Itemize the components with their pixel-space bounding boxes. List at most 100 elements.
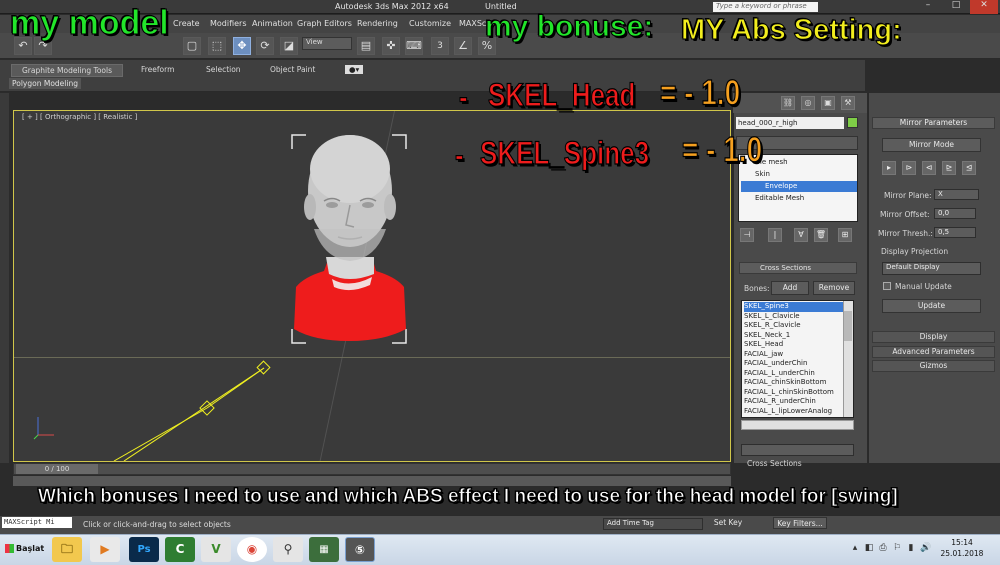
tray-expand-icon[interactable]: ▴ [850,543,860,553]
set-key-button[interactable]: Set Key [711,517,745,529]
object-color-swatch[interactable] [847,117,858,128]
mirror-paste-green-icon[interactable]: ⊳ [902,161,916,175]
reference-coord-select[interactable]: View [302,37,352,50]
scale-icon[interactable]: ◪ [280,37,298,55]
menu-item-modifiers[interactable]: Modifiers [210,19,247,28]
time-slider[interactable]: 0 / 100 [16,464,98,474]
ribbon-tab-freeform[interactable]: Freeform [141,65,174,74]
bone-item[interactable]: SKEL_Head [744,340,844,350]
explorer-taskbar-icon[interactable]: 🗀 [52,537,82,562]
close-icon[interactable]: ✕ [970,0,998,14]
update-button[interactable]: Update [882,299,981,313]
bone-item[interactable]: FACIAL_chinSkinBottom [744,378,844,388]
stack-item-skin[interactable]: Skin [741,169,857,180]
mirror-paste-selected-icon[interactable]: ⊵ [942,161,956,175]
add-time-tag[interactable]: Add Time Tag [603,518,703,530]
media-player-taskbar-icon[interactable]: ▶ [90,537,120,562]
object-name-field[interactable]: head_000_r_high [736,117,844,129]
gizmos-rollout[interactable]: Gizmos [872,360,995,372]
openiv-taskbar-icon[interactable]: V [201,537,231,562]
clock[interactable]: 15:14 25.01.2018 [932,537,992,559]
search-taskbar-icon[interactable]: ⚲ [273,537,303,562]
search-input[interactable]: Type a keyword or phrase [713,2,818,12]
bones-list-scroll-thumb[interactable] [844,311,852,341]
head-model[interactable] [284,129,414,349]
snap-toggle-icon[interactable]: 3 [431,37,449,55]
display-tab-icon[interactable]: ▣ [821,96,835,110]
menu-item-maxscript[interactable]: MAXSc [459,19,486,28]
tray-notification-icon[interactable]: ⚐ [892,543,902,553]
move-icon[interactable]: ✥ [233,37,251,55]
bone-name-field[interactable] [741,444,854,456]
minimize-icon[interactable]: – [914,0,942,14]
mirror-thresh-spinner[interactable]: 0,5 [934,227,976,238]
mirror-paste-all-icon[interactable]: ⊴ [962,161,976,175]
ribbon-options-icon[interactable]: ●▾ [345,65,364,74]
pin-stack-icon[interactable]: ⊣ [740,228,754,242]
photoshop-taskbar-icon[interactable]: Ps [129,537,159,562]
ribbon-tab-object-paint[interactable]: Object Paint [270,65,315,74]
add-bone-button[interactable]: Add [771,281,809,295]
bone-item[interactable]: FACIAL_L_underChin [744,369,844,379]
hierarchy-tab-icon[interactable]: ⛓ [781,96,795,110]
bone-item[interactable]: FACIAL_L_lipLowerAnalog [744,407,844,417]
maxscript-listener-field[interactable]: MAXScript Mi [2,517,72,528]
bone-helper[interactable] [104,351,304,461]
mirror-plane-select[interactable]: X [934,189,979,200]
maximize-icon[interactable]: □ [942,0,970,14]
select-object-icon[interactable]: ▢ [183,37,201,55]
bone-item[interactable]: FACIAL_jaw [744,350,844,360]
display-projection-select[interactable]: Default Display [882,262,981,275]
menu-item-graph-editors[interactable]: Graph Editors [297,19,352,28]
bones-list-hscrollbar[interactable] [741,420,854,430]
menu-item-customize[interactable]: Customize [409,19,451,28]
3dsmax-taskbar-icon[interactable]: ⑤ [345,537,375,562]
configure-sets-icon[interactable]: ⊞ [838,228,852,242]
bones-list[interactable]: SKEL_Spine3 SKEL_L_Clavicle SKEL_R_Clavi… [741,300,854,418]
bone-item[interactable]: SKEL_Neck_1 [744,331,844,341]
timeline[interactable] [13,463,731,475]
menu-item-create[interactable]: Create [173,19,200,28]
pivot-icon[interactable]: ▤ [357,37,375,55]
bone-item[interactable]: FACIAL_R_underChin [744,397,844,407]
menu-item-animation[interactable]: Animation [252,19,293,28]
angle-snap-icon[interactable]: ∠ [454,37,472,55]
manipulate-icon[interactable]: ✜ [382,37,400,55]
tray-printer-icon[interactable]: ⎙ [878,543,888,553]
menu-item-rendering[interactable]: Rendering [357,19,398,28]
rotate-icon[interactable]: ⟳ [256,37,274,55]
tray-app-icon[interactable]: ◧ [864,543,874,553]
bone-item[interactable]: SKEL_L_Clavicle [744,312,844,322]
track-bar[interactable] [13,476,731,486]
bone-item[interactable]: SKEL_R_Clavicle [744,321,844,331]
bone-item[interactable]: FACIAL_underChin [744,359,844,369]
volume-icon[interactable]: 🔊 [920,543,931,553]
remove-modifier-icon[interactable]: 🗑 [814,228,828,242]
stack-item-editable-mesh[interactable]: Editable Mesh [741,193,857,204]
manual-update-checkbox[interactable] [883,282,891,290]
mirror-parameters-header[interactable]: Mirror Parameters [872,117,995,129]
ribbon-subtab-polygon-modeling[interactable]: Polygon Modeling [9,78,81,89]
show-end-result-icon[interactable]: | [768,228,782,242]
cross-sections-checkbox[interactable]: Cross Sections [739,262,857,274]
mirror-paste-icon[interactable]: ▸ [882,161,896,175]
viewport-label[interactable]: [ + ] [ Orthographic ] [ Realistic ] [22,113,137,121]
keyboard-shortcut-icon[interactable]: ⌨ [405,37,423,55]
mirror-mode-button[interactable]: Mirror Mode [882,138,981,152]
ribbon-tab-selection[interactable]: Selection [206,65,241,74]
chrome-taskbar-icon[interactable]: ◉ [237,537,267,562]
advanced-parameters-rollout[interactable]: Advanced Parameters [872,346,995,358]
camtasia-taskbar-icon[interactable]: C [165,537,195,562]
start-button[interactable]: Başlat [2,538,46,560]
mirror-paste-blue-icon[interactable]: ⊲ [922,161,936,175]
stack-item-envelope[interactable]: Envelope [741,181,857,192]
select-region-icon[interactable]: ⬚ [208,37,226,55]
motion-tab-icon[interactable]: ◎ [801,96,815,110]
bone-item[interactable]: FACIAL_L_chinSkinBottom [744,388,844,398]
utilities-tab-icon[interactable]: ⚒ [841,96,855,110]
ribbon-tab-graphite[interactable]: Graphite Modeling Tools [11,64,124,77]
make-unique-icon[interactable]: ∀ [794,228,808,242]
remove-bone-button[interactable]: Remove [813,281,855,295]
mirror-offset-spinner[interactable]: 0,0 [934,208,976,219]
key-filters-button[interactable]: Key Filters... [773,517,827,529]
